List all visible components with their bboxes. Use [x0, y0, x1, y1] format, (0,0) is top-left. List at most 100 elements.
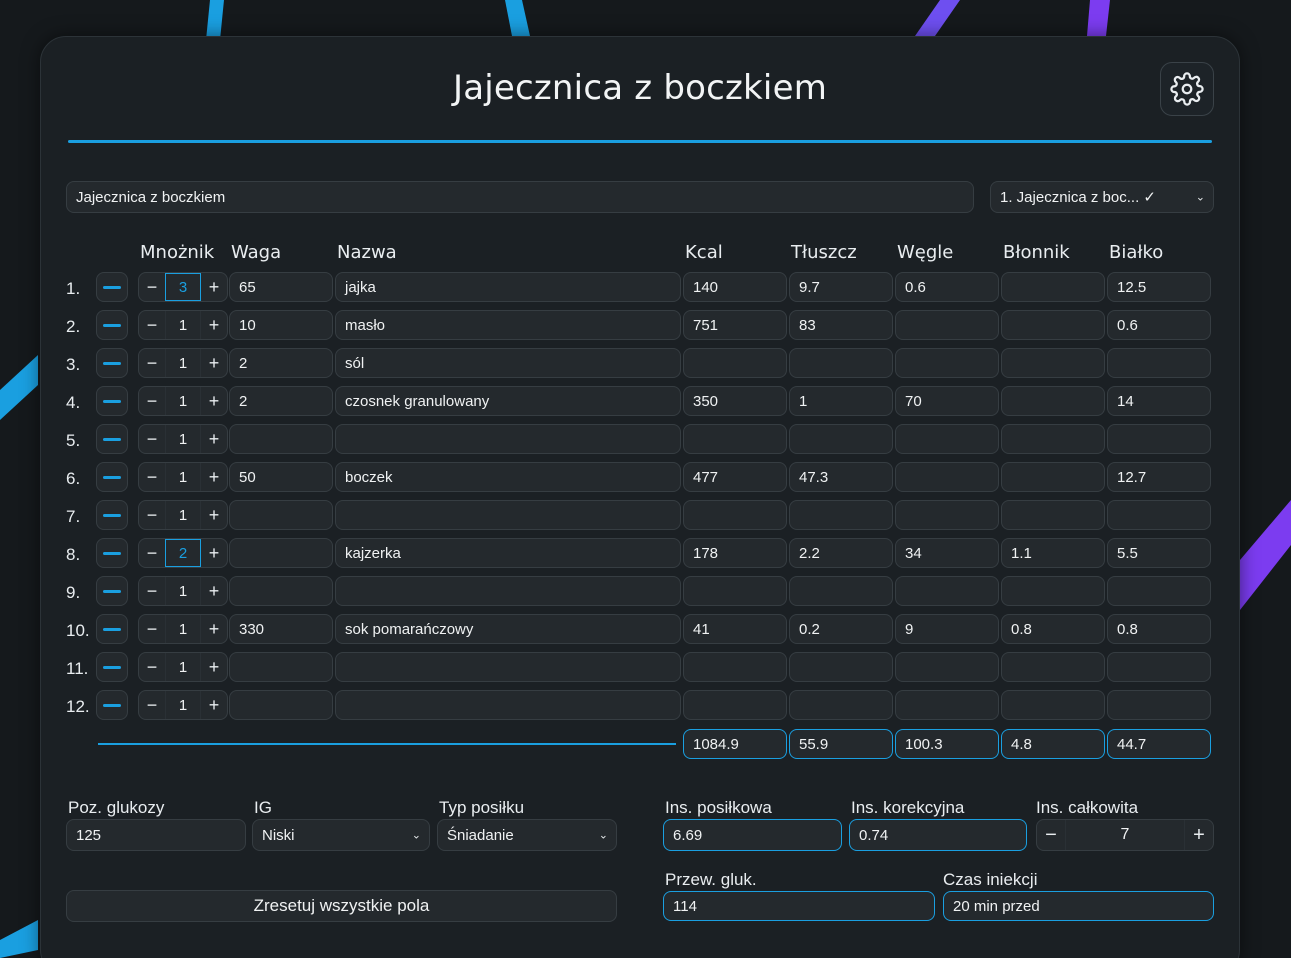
cell-fiber[interactable] [1001, 310, 1105, 340]
cell-kcal[interactable]: 477 [683, 462, 787, 492]
multiplier-decrement-button[interactable]: − [139, 349, 165, 377]
ig-select[interactable]: Niski ⌄ [252, 819, 430, 851]
multiplier-increment-button[interactable]: + [201, 501, 227, 529]
cell-carbs[interactable] [895, 424, 999, 454]
cell-protein[interactable] [1107, 690, 1211, 720]
ins-total-value[interactable]: 7 [1065, 820, 1185, 850]
cell-kcal[interactable] [683, 652, 787, 682]
remove-row-button[interactable] [96, 576, 128, 606]
cell-kcal[interactable]: 751 [683, 310, 787, 340]
cell-fat[interactable] [789, 690, 893, 720]
cell-protein[interactable]: 0.8 [1107, 614, 1211, 644]
cell-name[interactable]: sól [335, 348, 681, 378]
cell-weight[interactable] [229, 500, 333, 530]
cell-weight[interactable] [229, 690, 333, 720]
cell-carbs[interactable] [895, 348, 999, 378]
cell-name[interactable]: boczek [335, 462, 681, 492]
multiplier-decrement-button[interactable]: − [139, 539, 165, 567]
multiplier-increment-button[interactable]: + [201, 349, 227, 377]
cell-name[interactable]: jajka [335, 272, 681, 302]
remove-row-button[interactable] [96, 462, 128, 492]
cell-protein[interactable]: 14 [1107, 386, 1211, 416]
multiplier-value[interactable]: 1 [165, 349, 201, 377]
cell-fat[interactable] [789, 424, 893, 454]
multiplier-decrement-button[interactable]: − [139, 653, 165, 681]
cell-fat[interactable]: 83 [789, 310, 893, 340]
ins-total-decrement-button[interactable]: − [1037, 820, 1065, 850]
cell-weight[interactable] [229, 538, 333, 568]
cell-fat[interactable]: 0.2 [789, 614, 893, 644]
multiplier-decrement-button[interactable]: − [139, 615, 165, 643]
cell-carbs[interactable] [895, 690, 999, 720]
cell-fiber[interactable] [1001, 424, 1105, 454]
cell-name[interactable]: czosnek granulowany [335, 386, 681, 416]
meal-name-input[interactable]: Jajecznica z boczkiem [66, 181, 974, 213]
cell-name[interactable] [335, 690, 681, 720]
cell-fiber[interactable] [1001, 500, 1105, 530]
cell-fiber[interactable] [1001, 272, 1105, 302]
cell-carbs[interactable]: 0.6 [895, 272, 999, 302]
cell-fat[interactable]: 1 [789, 386, 893, 416]
cell-kcal[interactable]: 41 [683, 614, 787, 644]
cell-carbs[interactable] [895, 652, 999, 682]
cell-weight[interactable]: 2 [229, 348, 333, 378]
cell-carbs[interactable] [895, 500, 999, 530]
cell-name[interactable] [335, 576, 681, 606]
cell-kcal[interactable]: 178 [683, 538, 787, 568]
cell-fiber[interactable] [1001, 462, 1105, 492]
multiplier-value[interactable]: 1 [165, 615, 201, 643]
multiplier-decrement-button[interactable]: − [139, 501, 165, 529]
cell-carbs[interactable]: 34 [895, 538, 999, 568]
multiplier-increment-button[interactable]: + [201, 653, 227, 681]
multiplier-value[interactable]: 1 [165, 577, 201, 605]
remove-row-button[interactable] [96, 690, 128, 720]
cell-kcal[interactable] [683, 576, 787, 606]
cell-kcal[interactable] [683, 424, 787, 454]
cell-fat[interactable] [789, 500, 893, 530]
multiplier-value[interactable]: 1 [165, 425, 201, 453]
multiplier-value[interactable]: 1 [165, 501, 201, 529]
multiplier-decrement-button[interactable]: − [139, 273, 165, 301]
cell-protein[interactable]: 12.5 [1107, 272, 1211, 302]
multiplier-decrement-button[interactable]: − [139, 463, 165, 491]
cell-protein[interactable] [1107, 500, 1211, 530]
remove-row-button[interactable] [96, 386, 128, 416]
multiplier-decrement-button[interactable]: − [139, 311, 165, 339]
cell-kcal[interactable] [683, 690, 787, 720]
meal-select[interactable]: 1. Jajecznica z boc... ✓ ⌄ [990, 181, 1214, 213]
remove-row-button[interactable] [96, 348, 128, 378]
cell-weight[interactable]: 10 [229, 310, 333, 340]
cell-carbs[interactable] [895, 310, 999, 340]
cell-weight[interactable]: 330 [229, 614, 333, 644]
cell-carbs[interactable] [895, 462, 999, 492]
multiplier-decrement-button[interactable]: − [139, 691, 165, 719]
multiplier-value[interactable]: 1 [165, 463, 201, 491]
cell-fat[interactable] [789, 652, 893, 682]
cell-fiber[interactable] [1001, 386, 1105, 416]
cell-fiber[interactable] [1001, 576, 1105, 606]
multiplier-increment-button[interactable]: + [201, 691, 227, 719]
settings-button[interactable] [1160, 62, 1214, 116]
cell-carbs[interactable] [895, 576, 999, 606]
remove-row-button[interactable] [96, 424, 128, 454]
cell-protein[interactable] [1107, 576, 1211, 606]
multiplier-increment-button[interactable]: + [201, 539, 227, 567]
multiplier-decrement-button[interactable]: − [139, 387, 165, 415]
multiplier-value[interactable]: 1 [165, 653, 201, 681]
multiplier-increment-button[interactable]: + [201, 577, 227, 605]
remove-row-button[interactable] [96, 538, 128, 568]
cell-fat[interactable] [789, 348, 893, 378]
multiplier-value[interactable]: 2 [165, 539, 201, 567]
multiplier-decrement-button[interactable]: − [139, 577, 165, 605]
cell-protein[interactable]: 0.6 [1107, 310, 1211, 340]
cell-kcal[interactable] [683, 500, 787, 530]
cell-fiber[interactable] [1001, 348, 1105, 378]
cell-protein[interactable] [1107, 348, 1211, 378]
cell-fat[interactable]: 9.7 [789, 272, 893, 302]
cell-name[interactable] [335, 652, 681, 682]
multiplier-increment-button[interactable]: + [201, 387, 227, 415]
multiplier-value[interactable]: 1 [165, 311, 201, 339]
remove-row-button[interactable] [96, 614, 128, 644]
cell-weight[interactable]: 65 [229, 272, 333, 302]
cell-fiber[interactable] [1001, 690, 1105, 720]
